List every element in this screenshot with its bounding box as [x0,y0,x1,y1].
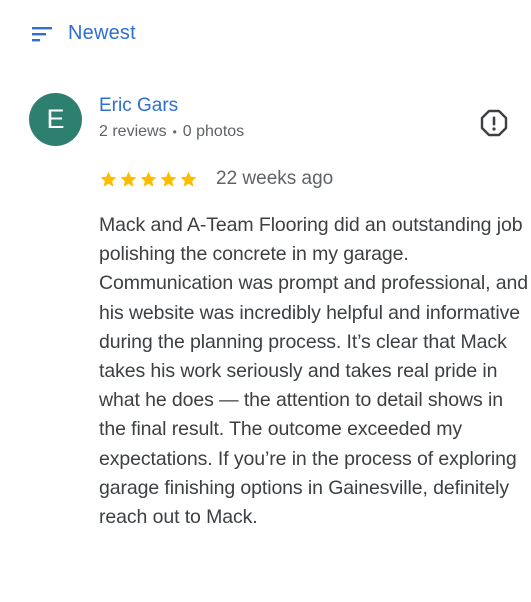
meta-separator: • [172,125,177,139]
reviews-page: Newest E Eric Gars 2 reviews • 0 photos … [0,0,531,602]
sort-icon [32,26,52,41]
star-icon [160,171,177,187]
review-time: 22 weeks ago [216,168,334,189]
star-rating [99,170,199,189]
rating-row: 22 weeks ago [99,168,333,190]
reviewer-name[interactable]: Eric Gars [99,95,178,117]
photos-count: 0 photos [182,123,245,140]
report-icon[interactable] [480,109,508,137]
avatar-initial: E [46,104,65,134]
review-text: Mack and A-Team Flooring did an outstand… [99,214,528,529]
star-icon [180,171,197,187]
avatar[interactable]: E [29,93,82,146]
sort-label: Newest [68,22,136,44]
star-icon [100,171,117,187]
reviews-count: 2 reviews [99,123,167,140]
star-icon [140,171,157,187]
star-icon [120,171,137,187]
sort-button[interactable]: Newest [32,22,136,45]
reviewer-meta: 2 reviews • 0 photos [99,123,244,141]
